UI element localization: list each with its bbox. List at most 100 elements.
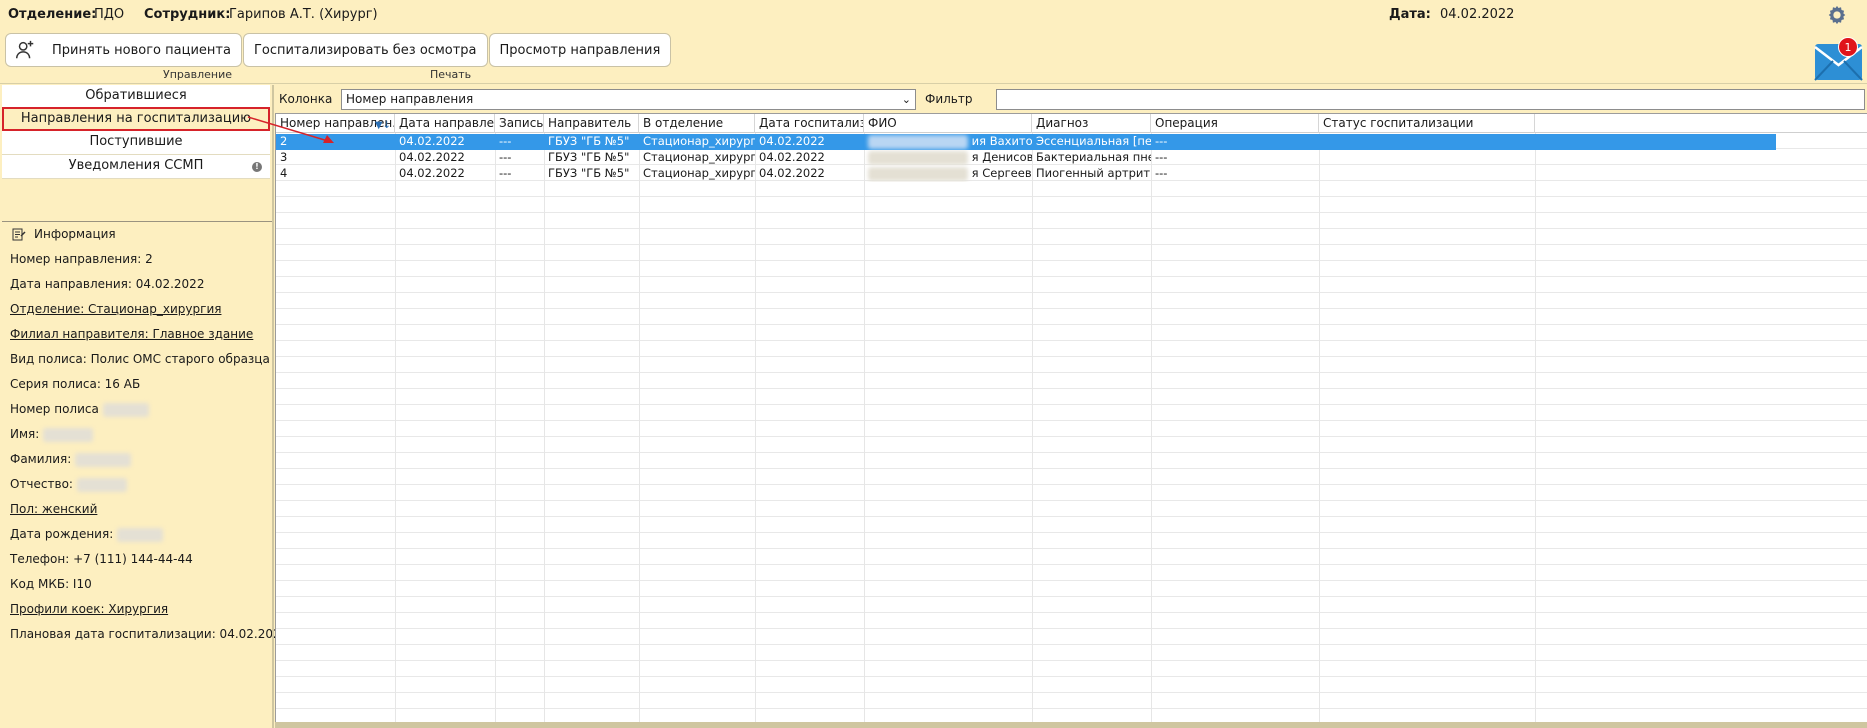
- cell-status: [1319, 150, 1535, 166]
- col-header-status[interactable]: Статус госпитализации: [1319, 114, 1535, 133]
- cell-status: [1319, 166, 1535, 182]
- info-title: Информация: [12, 227, 116, 241]
- cell-number: 3: [280, 150, 288, 164]
- notification-badge: 1: [1838, 37, 1858, 57]
- cell-operation: ---: [1155, 134, 1168, 148]
- table-row[interactable]: 4 04.02.2022 --- ГБУЗ "ГБ №5" Стационар_…: [276, 166, 1776, 182]
- info-birth-date: Дата рождения:: [10, 527, 164, 542]
- cell-fio: ия Вахитовна: [864, 134, 1032, 150]
- table-header: Номер направлен... ▼↓ Дата направления З…: [276, 114, 1867, 133]
- info-first-name-label: Имя:: [10, 427, 40, 441]
- new-patient-label: Принять нового пациента: [52, 42, 231, 58]
- cell-diagnosis: Эссенциальная [перв...: [1036, 134, 1151, 148]
- grid-bottom-bar: [275, 722, 1867, 728]
- col-header-hosp-date[interactable]: Дата госпитализации: [755, 114, 864, 133]
- col-header-number[interactable]: Номер направлен... ▼↓: [276, 114, 395, 133]
- cell-referrer: ГБУЗ "ГБ №5": [548, 134, 630, 148]
- cell-date: 04.02.2022: [399, 166, 465, 180]
- cell-record: ---: [499, 134, 512, 148]
- redacted-value: [76, 477, 127, 492]
- info-branch-link[interactable]: Филиал направителя: Главное здание: [10, 327, 253, 341]
- col-header-record[interactable]: Запись: [495, 114, 544, 133]
- nav-item-label: Поступившие: [89, 134, 183, 149]
- cell-hosp-date: 04.02.2022: [759, 150, 825, 164]
- cell-to-department: Стационар_хирургия: [643, 134, 755, 148]
- info-policy-type: Вид полиса: Полис ОМС старого образца: [10, 352, 270, 366]
- nav-item-label: Обратившиеся: [85, 88, 187, 103]
- info-patronymic: Отчество:: [10, 477, 127, 492]
- info-patronymic-label: Отчество:: [10, 477, 73, 491]
- cell-to-department: Стационар_хирургия: [643, 150, 755, 164]
- cell-fio-text: я Сергеевна: [971, 166, 1032, 180]
- employee-value: Гарипов А.Т. (Хирург): [229, 7, 378, 22]
- cell-date: 04.02.2022: [399, 134, 465, 148]
- toolbar-separator: [0, 83, 1867, 84]
- redacted-value: [868, 166, 968, 181]
- hospitalize-button[interactable]: Госпитализировать без осмотра: [242, 33, 488, 67]
- info-bed-profiles-link[interactable]: Профили коек: Хирургия: [10, 602, 168, 616]
- nav-item-label: Направления на госпитализацию: [20, 111, 252, 126]
- col-header-fio[interactable]: ФИО: [864, 114, 1032, 133]
- cell-operation: ---: [1155, 150, 1168, 164]
- info-dot-icon: !: [252, 162, 262, 172]
- date-label: Дата:: [1389, 7, 1431, 22]
- column-label: Колонка: [279, 92, 333, 106]
- filter-label: Фильтр: [925, 92, 973, 106]
- cell-diagnosis: Бактериальная пневм...: [1036, 150, 1151, 164]
- gear-icon[interactable]: [1826, 4, 1848, 26]
- info-department-link[interactable]: Отделение: Стационар_хирургия: [10, 302, 221, 316]
- department-value: ПДО: [94, 7, 125, 22]
- toolbar: Принять нового пациента Госпитализироват…: [5, 33, 672, 68]
- redacted-value: [43, 427, 94, 442]
- edit-note-icon: [12, 228, 26, 241]
- department-label: Отделение:: [8, 7, 97, 22]
- grid-lines: [276, 114, 1867, 725]
- col-header-operation[interactable]: Операция: [1151, 114, 1319, 133]
- col-header-referrer[interactable]: Направитель: [544, 114, 639, 133]
- cell-referrer: ГБУЗ "ГБ №5": [548, 150, 630, 164]
- info-sex-link[interactable]: Пол: женский: [10, 502, 97, 516]
- column-select[interactable]: Номер направления ⌄: [341, 89, 916, 110]
- cell-fio: я Сергеевна: [864, 166, 1032, 182]
- cell-to-department: Стационар_хирургия: [643, 166, 755, 180]
- cell-record: ---: [499, 166, 512, 180]
- table-row[interactable]: 2 04.02.2022 --- ГБУЗ "ГБ №5" Стационар_…: [276, 134, 1776, 150]
- referrals-table: Номер направлен... ▼↓ Дата направления З…: [275, 113, 1867, 725]
- info-phone: Телефон: +7 (111) 144-44-44: [10, 552, 193, 566]
- sort-filter-icon[interactable]: ▼↓: [375, 117, 391, 133]
- table-row[interactable]: 3 04.02.2022 --- ГБУЗ "ГБ №5" Стационар_…: [276, 150, 1776, 166]
- info-first-name: Имя:: [10, 427, 94, 442]
- redacted-value: [117, 527, 164, 542]
- filter-input[interactable]: [996, 89, 1865, 110]
- nav-item-ssmp-notifications[interactable]: Уведомления ССМП !: [2, 155, 270, 179]
- date-value: 04.02.2022: [1440, 7, 1515, 22]
- view-referral-button[interactable]: Просмотр направления: [488, 33, 672, 67]
- cell-fio-text: ия Вахитовна: [971, 134, 1032, 148]
- cell-number: 2: [280, 134, 288, 148]
- employee-label: Сотрудник:: [144, 7, 231, 22]
- info-policy-series: Серия полиса: 16 АБ: [10, 377, 141, 391]
- nav-item-hospital-referrals[interactable]: Направления на госпитализацию: [2, 107, 270, 131]
- nav-item-applied[interactable]: Обратившиеся: [2, 85, 270, 109]
- chevron-down-icon: ⌄: [901, 93, 911, 106]
- info-referral-date: Дата направления: 04.02.2022: [10, 277, 205, 291]
- info-planned-date: Плановая дата госпитализации: 04.02.2022: [10, 627, 289, 641]
- add-user-icon: [16, 40, 34, 59]
- col-header-diagnosis[interactable]: Диагноз: [1032, 114, 1151, 133]
- cell-fio: я Денисовна: [864, 150, 1032, 166]
- new-patient-button[interactable]: Принять нового пациента: [5, 33, 242, 67]
- info-last-name: Фамилия:: [10, 452, 132, 467]
- cell-date: 04.02.2022: [399, 150, 465, 164]
- col-header-date[interactable]: Дата направления: [395, 114, 495, 133]
- col-header-to-department[interactable]: В отделение: [639, 114, 755, 133]
- info-title-text: Информация: [34, 227, 116, 241]
- redacted-value: [868, 150, 968, 165]
- nav-item-admitted[interactable]: Поступившие: [2, 131, 270, 155]
- column-select-value: Номер направления: [346, 92, 474, 106]
- cell-operation: ---: [1155, 166, 1168, 180]
- info-last-name-label: Фамилия:: [10, 452, 72, 466]
- redacted-value: [868, 134, 968, 149]
- group-label-manage: Управление: [163, 68, 233, 81]
- panel-divider[interactable]: [272, 85, 274, 728]
- nav-item-label: Уведомления ССМП: [68, 158, 204, 173]
